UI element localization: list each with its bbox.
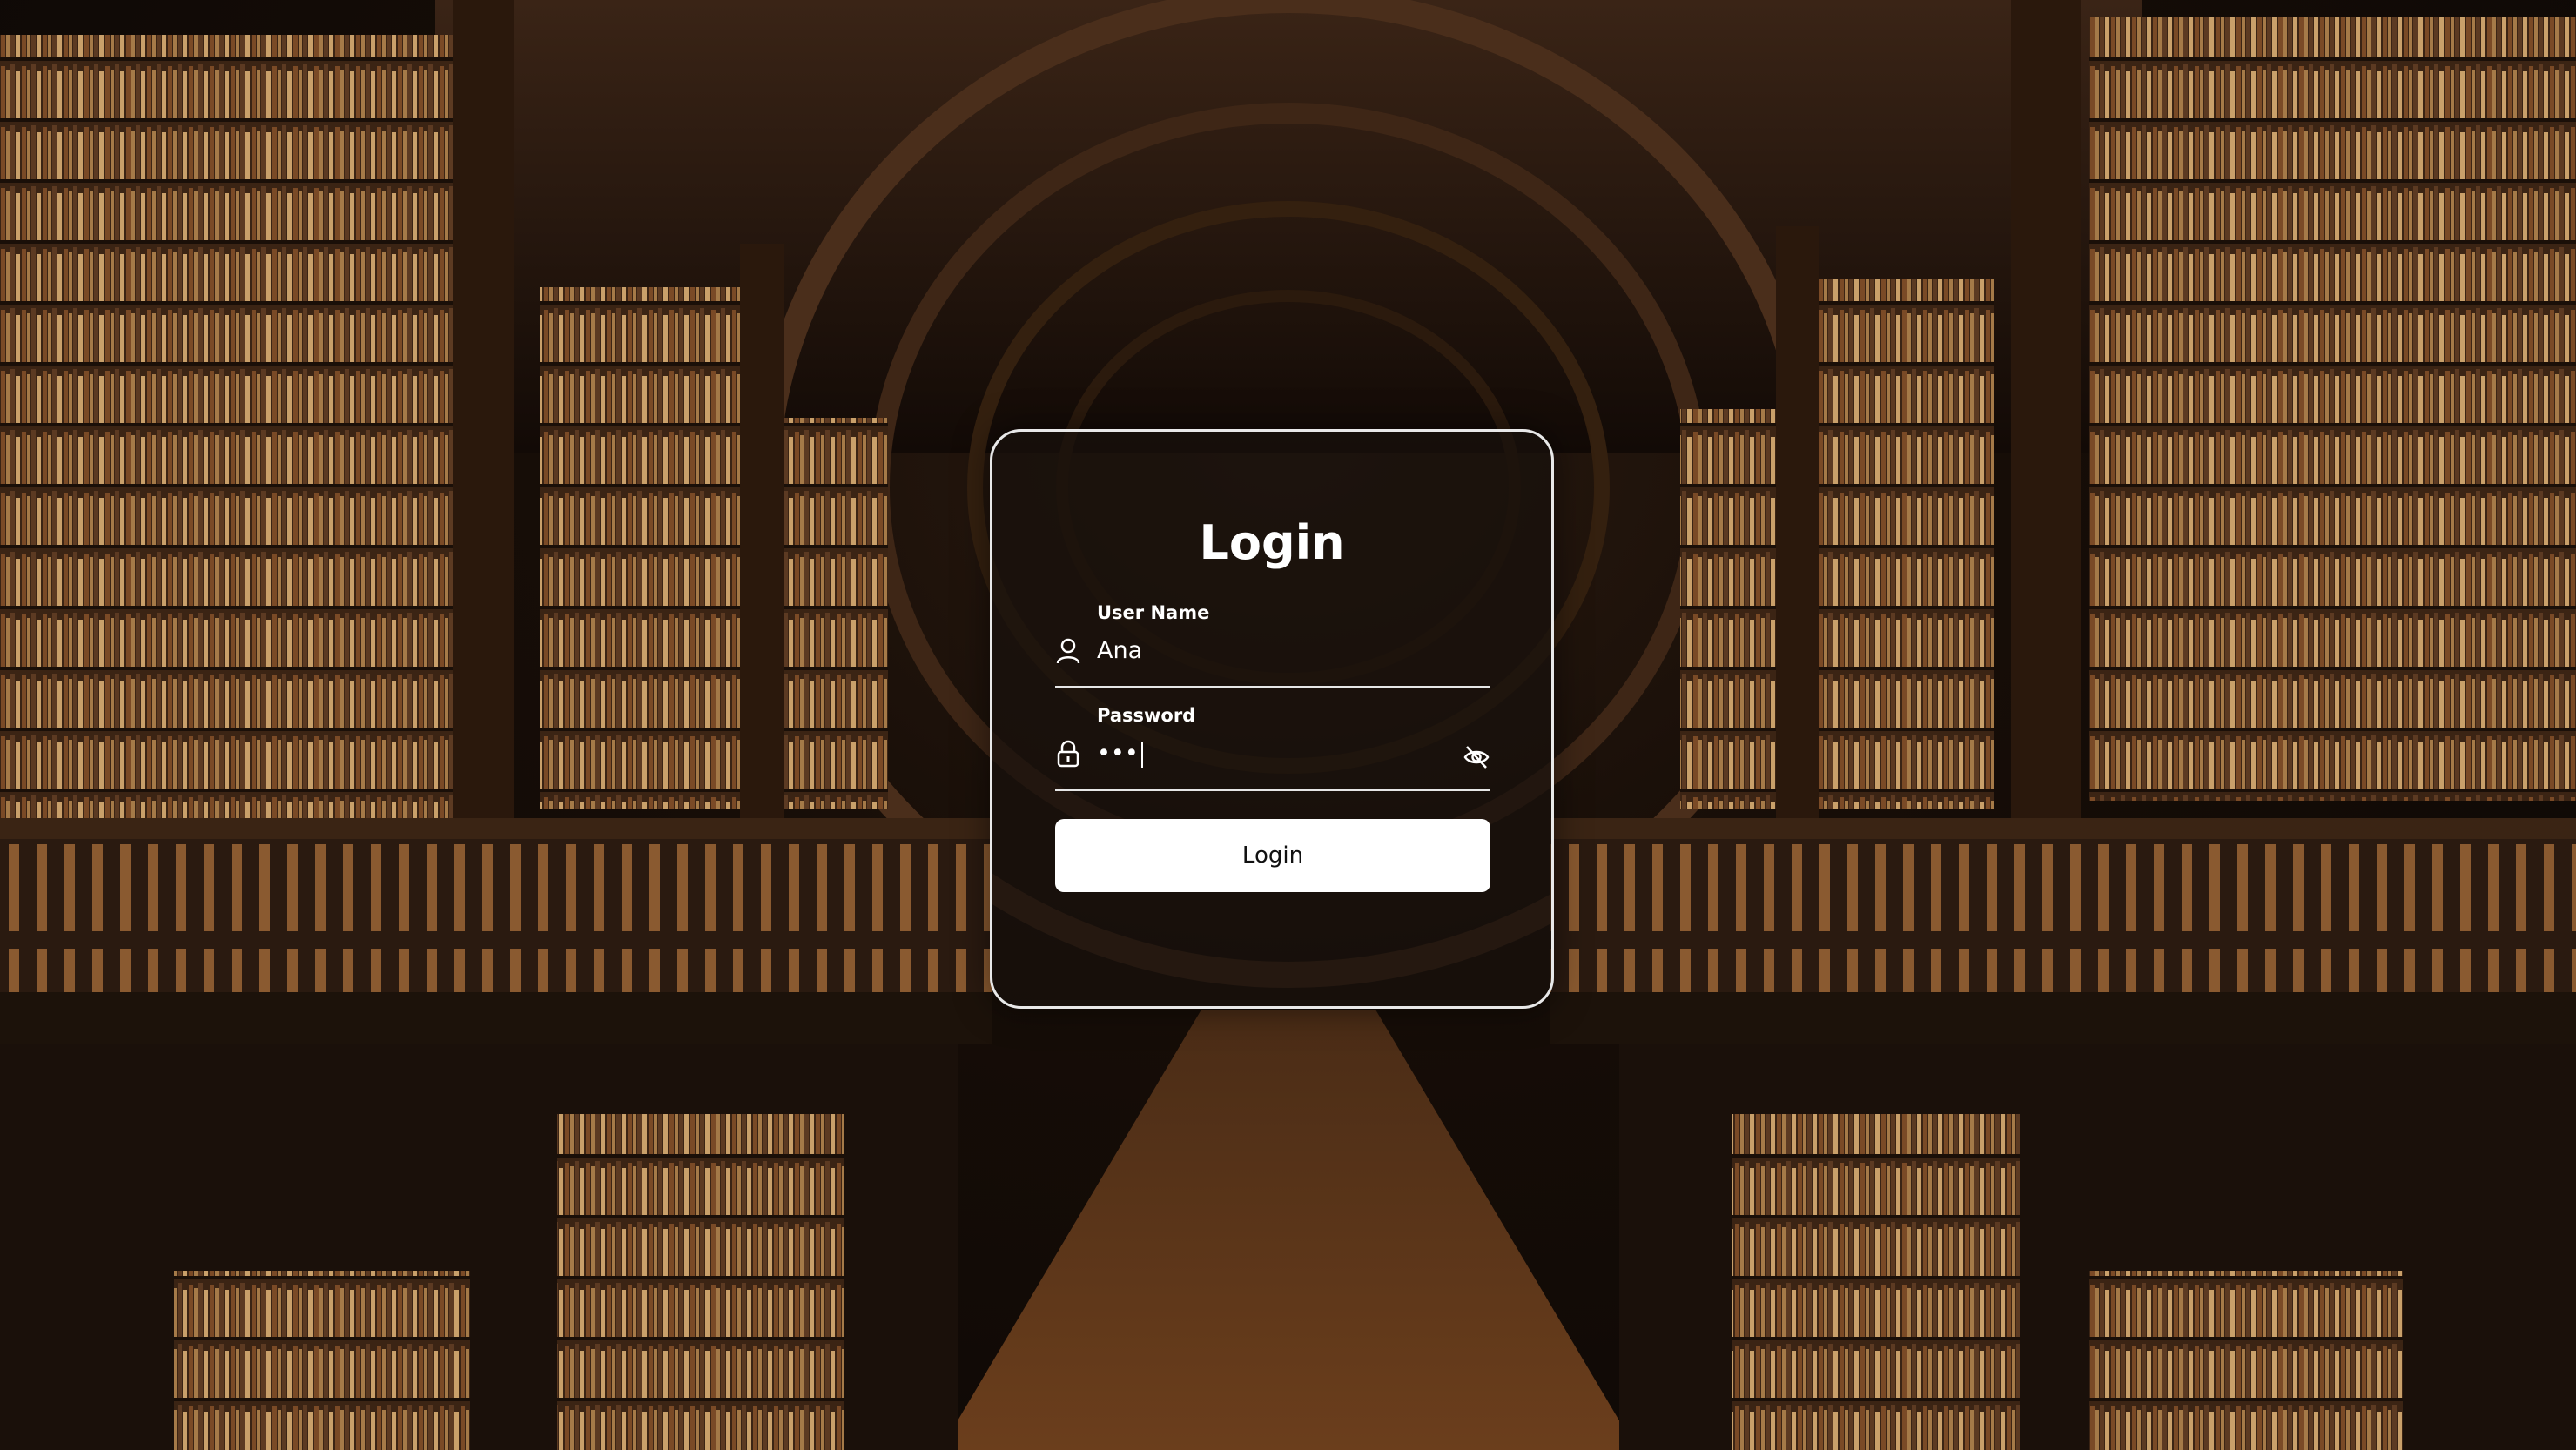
lock-icon [1057, 740, 1079, 768]
password-value: ••• [1097, 740, 1139, 767]
login-card: Login User Name Ana Password ••• Login [990, 429, 1554, 1009]
username-field[interactable]: User Name Ana [1055, 602, 1490, 688]
user-icon [1056, 638, 1080, 664]
eye-off-icon[interactable] [1463, 743, 1490, 771]
password-input[interactable]: ••• [1097, 736, 1428, 771]
password-label: Password [1097, 705, 1196, 726]
login-button[interactable]: Login [1055, 819, 1490, 892]
login-title: Login [1199, 515, 1345, 570]
text-caret [1140, 741, 1143, 768]
username-label: User Name [1097, 602, 1210, 623]
username-input[interactable]: Ana [1097, 634, 1428, 668]
password-field[interactable]: Password ••• [1055, 705, 1490, 791]
